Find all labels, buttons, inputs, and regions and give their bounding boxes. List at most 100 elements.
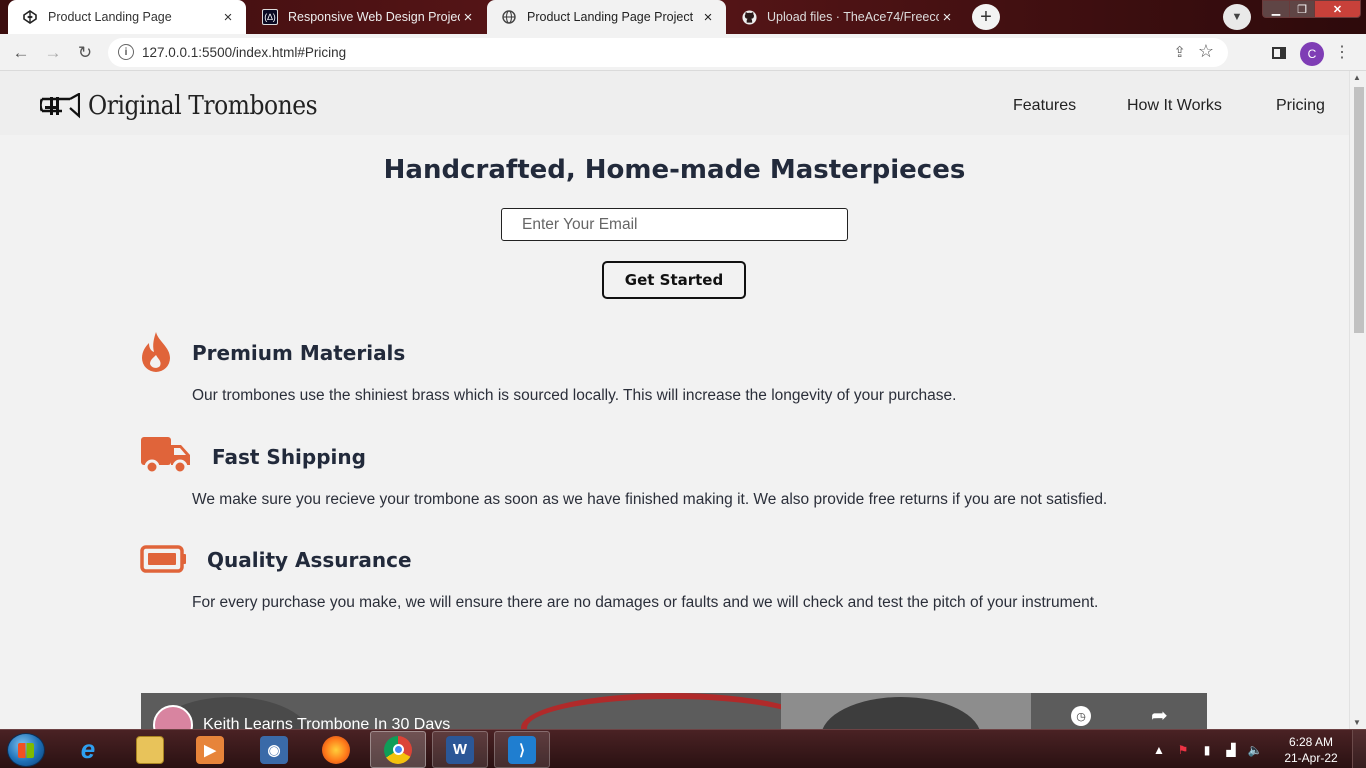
new-tab-button[interactable]: +: [972, 4, 1000, 30]
vscode-icon: ⟩: [508, 735, 536, 764]
watch-later-icon[interactable]: ◷: [1071, 706, 1091, 726]
back-button[interactable]: ←: [10, 42, 32, 64]
close-tab-icon[interactable]: ×: [460, 9, 476, 26]
reload-button[interactable]: ↻: [74, 42, 96, 64]
feature-title: Fast Shipping: [212, 445, 366, 469]
nav-link-features[interactable]: Features: [1013, 97, 1076, 115]
site-header: Original Trombones Features How It Works…: [0, 71, 1349, 135]
taskbar-clock[interactable]: 6:28 AM 21-Apr-22: [1280, 734, 1342, 766]
youtube-video-embed[interactable]: Keith Learns Trombone In 30 Days ◷ ➦: [141, 693, 1207, 729]
video-title[interactable]: Keith Learns Trombone In 30 Days: [203, 716, 450, 729]
fire-icon: [142, 332, 170, 372]
nav-link-pricing[interactable]: Pricing: [1276, 97, 1325, 115]
forward-button[interactable]: →: [42, 42, 64, 64]
trombone-icon: [40, 93, 80, 119]
side-panel-icon: [1272, 47, 1286, 59]
volume-icon[interactable]: 🔈: [1246, 741, 1264, 759]
reload-icon: ↻: [77, 43, 93, 62]
start-button[interactable]: [7, 733, 45, 767]
chevron-down-icon: ▼: [1231, 11, 1243, 23]
show-hidden-icons-icon[interactable]: ▲: [1150, 741, 1168, 759]
codepen-icon: [22, 9, 38, 25]
folder-icon: [136, 735, 164, 764]
show-desktop-button[interactable]: [1352, 730, 1366, 768]
windows-logo-icon: [18, 743, 34, 758]
truck-icon: [141, 437, 190, 475]
action-center-flag-icon[interactable]: ⚑: [1174, 741, 1192, 759]
taskbar-app-vscode[interactable]: ⟩: [494, 731, 550, 768]
hero-title: Handcrafted, Home-made Masterpieces: [383, 155, 966, 185]
clock-date: 21-Apr-22: [1284, 751, 1338, 765]
clock-time: 6:28 AM: [1288, 735, 1334, 749]
tab-upload-files-github[interactable]: Upload files · TheAce74/Freecode ×: [727, 0, 965, 34]
tab-responsive-web-design[interactable]: (∆) Responsive Web Design Projects ×: [248, 0, 486, 34]
site-info-icon[interactable]: i: [118, 44, 134, 60]
feature-title: Premium Materials: [192, 341, 406, 365]
tab-label: Upload files · TheAce74/Freecode: [767, 10, 939, 24]
taskbar-app-media-player[interactable]: ▶: [182, 731, 238, 768]
scroll-down-icon[interactable]: ▼: [1353, 718, 1361, 727]
taskbar-app-chrome[interactable]: [370, 731, 426, 768]
nav-link-how-it-works[interactable]: How It Works: [1127, 97, 1222, 115]
page-viewport: Original Trombones Features How It Works…: [0, 71, 1349, 729]
network-signal-icon[interactable]: ▟: [1222, 741, 1240, 759]
firefox-icon: [322, 735, 350, 764]
internet-explorer-icon: e: [80, 734, 96, 764]
avatar-initial: C: [1307, 47, 1317, 61]
taskbar-app-remote-desktop[interactable]: ◉: [246, 731, 302, 768]
menu-button[interactable]: ⋮: [1331, 42, 1353, 64]
video-thumbnail-graphic: [521, 693, 821, 729]
feature-title: Quality Assurance: [207, 548, 412, 572]
bookmark-star-icon[interactable]: ☆: [1198, 41, 1214, 62]
media-player-icon: ▶: [196, 735, 224, 764]
github-icon: [741, 9, 757, 25]
taskbar-app-internet-explorer[interactable]: e: [60, 731, 116, 768]
word-icon: W: [446, 735, 474, 764]
share-icon[interactable]: ⇪: [1173, 43, 1186, 61]
arrow-right-icon: →: [44, 43, 62, 62]
battery-icon: [140, 545, 186, 573]
site-logo[interactable]: Original Trombones: [40, 91, 343, 121]
scrollbar-thumb[interactable]: [1354, 87, 1364, 333]
side-panel-button[interactable]: [1268, 42, 1290, 64]
feature-description: We make sure you recieve your trombone a…: [192, 491, 1108, 508]
taskbar-app-firefox[interactable]: [308, 731, 364, 768]
globe-icon: [501, 9, 517, 25]
tab-search-button[interactable]: ▼: [1223, 4, 1251, 30]
tab-product-landing-page[interactable]: Product Landing Page ×: [8, 0, 246, 34]
email-input[interactable]: [501, 208, 848, 241]
profile-avatar[interactable]: C: [1300, 42, 1324, 66]
maximize-button[interactable]: ❐: [1289, 0, 1315, 18]
taskbar-app-file-explorer[interactable]: [122, 731, 178, 768]
kebab-menu-icon: ⋮: [1334, 44, 1350, 61]
close-tab-icon[interactable]: ×: [939, 9, 955, 26]
tab-label: Product Landing Page Project: [527, 10, 694, 24]
close-tab-icon[interactable]: ×: [220, 9, 236, 26]
close-tab-icon[interactable]: ×: [700, 9, 716, 26]
address-bar[interactable]: i 127.0.0.1:5500/index.html#Pricing ⇪ ☆: [108, 38, 1228, 67]
freecodecamp-icon: (∆): [262, 9, 278, 25]
minimize-icon: ▁: [1271, 3, 1281, 16]
get-started-button[interactable]: Get Started: [602, 261, 746, 299]
browser-tab-strip: Product Landing Page × (∆) Responsive We…: [0, 0, 1366, 34]
restore-icon: ❐: [1297, 3, 1307, 16]
close-icon: ✕: [1332, 3, 1343, 16]
tab-label: Responsive Web Design Projects: [288, 10, 460, 24]
minimize-button[interactable]: ▁: [1262, 0, 1290, 18]
remote-desktop-icon: ◉: [260, 735, 288, 764]
feature-description: Our trombones use the shiniest brass whi…: [192, 387, 957, 404]
scroll-up-icon[interactable]: ▲: [1353, 73, 1361, 82]
tab-label: Product Landing Page: [48, 10, 172, 24]
tab-product-landing-page-project[interactable]: Product Landing Page Project ×: [487, 0, 726, 34]
feature-description: For every purchase you make, we will ens…: [192, 594, 1099, 611]
share-icon[interactable]: ➦: [1151, 703, 1168, 728]
page-scrollbar[interactable]: ▲ ▼: [1349, 71, 1366, 729]
url-text: 127.0.0.1:5500/index.html#Pricing: [142, 45, 347, 60]
chrome-icon: [384, 735, 412, 764]
close-window-button[interactable]: ✕: [1314, 0, 1361, 18]
windows-taskbar: e ▶ ◉ W ⟩ ▲ ⚑ ▮ ▟ 🔈 6:28 AM 21-Apr-22: [0, 729, 1366, 768]
system-tray: ▲ ⚑ ▮ ▟ 🔈: [1150, 730, 1270, 768]
browser-toolbar: ← → ↻ i 127.0.0.1:5500/index.html#Pricin…: [0, 34, 1366, 71]
taskbar-app-word[interactable]: W: [432, 731, 488, 768]
usb-device-icon[interactable]: ▮: [1198, 741, 1216, 759]
